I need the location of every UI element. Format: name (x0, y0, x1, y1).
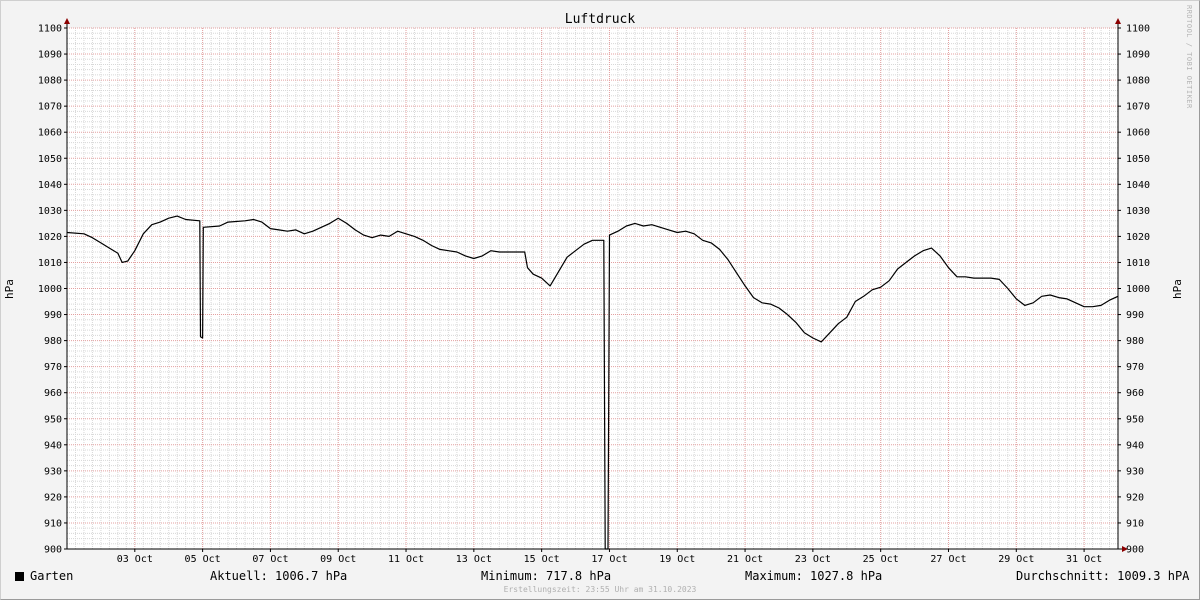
y-tick-label-right: 1060 (1126, 128, 1150, 139)
x-tick-label: 25 Oct (863, 554, 899, 565)
y-tick-label-left: 990 (44, 310, 62, 321)
x-tick-label: 07 Oct (252, 554, 288, 565)
y-axis-arrow-left (64, 18, 70, 24)
y-tick-label-right: 1080 (1126, 76, 1150, 87)
y-tick-label-right: 1030 (1126, 206, 1150, 217)
legend: Garten Aktuell: 1006.7 hPa Minimum: 717.… (0, 568, 1200, 584)
y-tick-label-left: 980 (44, 336, 62, 347)
y-tick-label-right: 920 (1126, 492, 1144, 503)
y-tick-label-right: 1020 (1126, 232, 1150, 243)
y-tick-label-left: 900 (44, 545, 62, 556)
x-tick-label: 21 Oct (727, 554, 763, 565)
y-tick-label-right: 930 (1126, 466, 1144, 477)
x-tick-label: 27 Oct (930, 554, 966, 565)
y-axis-arrow-right (1115, 18, 1121, 24)
legend-maximum: Maximum: 1027.8 hPa (745, 569, 883, 583)
y-tick-label-right: 1070 (1126, 102, 1150, 113)
y-tick-label-left: 930 (44, 466, 62, 477)
x-tick-label: 23 Oct (795, 554, 831, 565)
y-tick-label-left: 1030 (38, 206, 62, 217)
y-tick-label-left: 960 (44, 388, 62, 399)
y-tick-label-right: 1100 (1126, 24, 1150, 35)
y-tick-label-left: 1060 (38, 128, 62, 139)
y-tick-label-right: 990 (1126, 310, 1144, 321)
y-tick-label-right: 1000 (1126, 284, 1150, 295)
x-tick-label: 17 Oct (591, 554, 627, 565)
y-tick-label-left: 1070 (38, 102, 62, 113)
x-tick-label: 31 Oct (1066, 554, 1102, 565)
y-tick-label-left: 1080 (38, 76, 62, 87)
y-tick-label-left: 910 (44, 518, 62, 529)
legend-current: Aktuell: 1006.7 hPa (210, 569, 348, 583)
rrdtool-watermark: RRDTOOL / TOBI OETIKER (1185, 5, 1193, 109)
x-tick-label: 13 Oct (456, 554, 492, 565)
y-tick-label-left: 1050 (38, 154, 62, 165)
x-tick-label: 11 Oct (388, 554, 424, 565)
y-tick-label-right: 970 (1126, 362, 1144, 373)
y-tick-label-left: 970 (44, 362, 62, 373)
legend-swatch (15, 572, 24, 581)
y-axis-label-right: hPa (1171, 279, 1184, 299)
x-tick-label: 03 Oct (117, 554, 153, 565)
x-tick-label: 05 Oct (185, 554, 221, 565)
legend-minimum: Minimum: 717.8 hPa (481, 569, 612, 583)
y-tick-label-right: 1010 (1126, 258, 1150, 269)
x-tick-label: 09 Oct (320, 554, 356, 565)
y-tick-label-right: 1050 (1126, 154, 1150, 165)
grid (67, 27, 1118, 550)
y-tick-label-right: 940 (1126, 440, 1144, 451)
y-tick-label-right: 960 (1126, 388, 1144, 399)
y-tick-label-left: 1090 (38, 50, 62, 61)
chart-title: Luftdruck (565, 12, 636, 27)
y-tick-label-right: 980 (1126, 336, 1144, 347)
x-tick-label: 15 Oct (524, 554, 560, 565)
y-tick-label-left: 940 (44, 440, 62, 451)
y-tick-label-left: 1020 (38, 232, 62, 243)
y-tick-label-left: 1100 (38, 24, 62, 35)
y-tick-label-right: 950 (1126, 414, 1144, 425)
y-tick-label-left: 920 (44, 492, 62, 503)
y-tick-label-left: 1000 (38, 284, 62, 295)
y-axis-label-left: hPa (3, 279, 16, 299)
y-tick-label-left: 950 (44, 414, 62, 425)
y-tick-label-left: 1010 (38, 258, 62, 269)
y-tick-label-right: 1040 (1126, 180, 1150, 191)
x-tick-label: 19 Oct (659, 554, 695, 565)
legend-average: Durchschnitt: 1009.3 hPA (1016, 569, 1190, 583)
y-tick-label-right: 910 (1126, 518, 1144, 529)
x-tick-label: 29 Oct (998, 554, 1034, 565)
legend-series: Garten (15, 568, 73, 584)
legend-series-name: Garten (30, 569, 74, 583)
footer-timestamp: Erstellungszeit: 23:55 Uhr am 31.10.2023 (503, 585, 697, 594)
chart: 900 900 910 910 920 920 930 930 940 940 950 950 960 9… (3, 5, 1193, 565)
y-tick-label-right: 900 (1126, 545, 1144, 556)
y-tick-label-left: 1040 (38, 180, 62, 191)
y-tick-label-right: 1090 (1126, 50, 1150, 61)
